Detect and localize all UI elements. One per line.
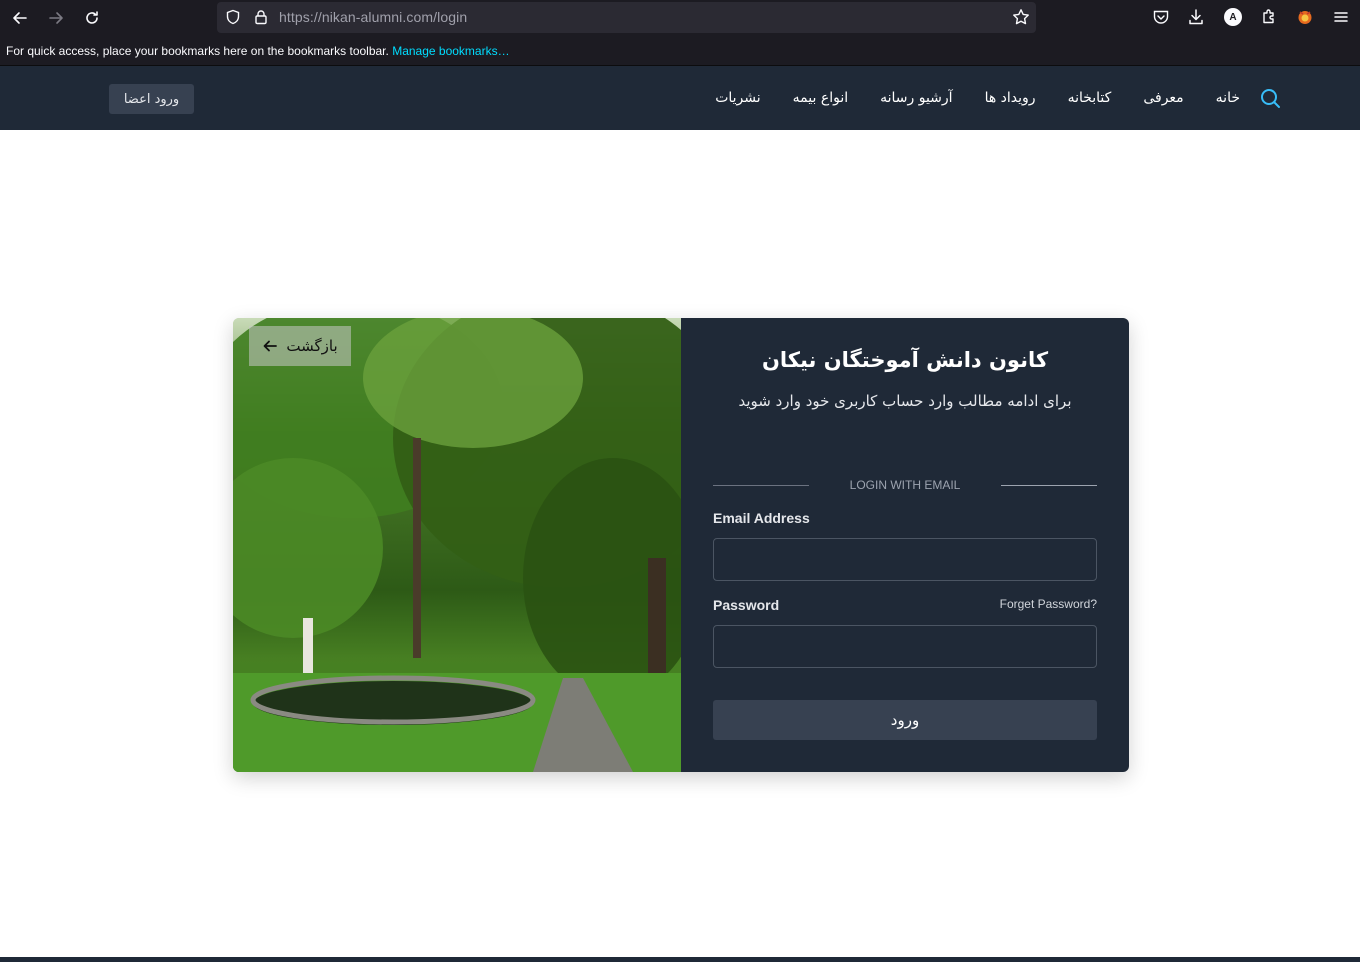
bookmarks-toolbar: For quick access, place your bookmarks h… [0, 36, 1360, 66]
park-photo: بازگشت [233, 318, 681, 772]
bookmarks-hint-text: For quick access, place your bookmarks h… [6, 44, 389, 58]
nav-item-library[interactable]: کتابخانه [1068, 90, 1112, 106]
nav-item-media-archive[interactable]: آرشیو رسانه [880, 90, 952, 106]
email-field[interactable] [713, 538, 1097, 581]
password-field[interactable] [713, 625, 1097, 668]
member-login-button[interactable]: ورود اعضا [109, 84, 194, 114]
page-title: کانون دانش آموختگان نیکان [761, 348, 1049, 372]
lock-icon[interactable] [253, 9, 269, 25]
nav-item-about[interactable]: معرفی [1143, 90, 1183, 106]
url-path: /login [433, 9, 468, 25]
login-submit-button[interactable]: ورود [713, 700, 1097, 740]
nav-item-insurance[interactable]: انواع بیمه [793, 90, 848, 106]
login-card: بازگشت کانون دانش آموختگان نیکان برای اد… [233, 318, 1129, 772]
downloads-icon[interactable] [1187, 8, 1205, 26]
nav-item-home[interactable]: خانه [1216, 90, 1240, 106]
search-icon[interactable] [1259, 87, 1281, 109]
page-subtitle: برای ادامه مطالب وارد حساب کاربری خود وا… [738, 392, 1072, 410]
forward-arrow-icon[interactable] [44, 6, 68, 30]
email-label: Email Address [713, 510, 810, 526]
bookmarks-hint: For quick access, place your bookmarks h… [6, 44, 510, 58]
account-avatar-icon[interactable]: A [1224, 8, 1242, 26]
park-scene-illustration [233, 318, 681, 772]
footer-edge [0, 957, 1360, 962]
browser-toolbar: https://nikan-alumni.com/login A [0, 0, 1360, 36]
divider-line-right [1001, 485, 1097, 486]
divider-line-left [713, 485, 809, 486]
pocket-icon[interactable] [1152, 8, 1170, 26]
login-panel: کانون دانش آموختگان نیکان برای ادامه مطا… [681, 318, 1129, 772]
back-arrow-icon[interactable] [8, 6, 32, 30]
back-button-label: بازگشت [286, 337, 338, 355]
password-label: Password [713, 597, 780, 613]
url-text[interactable]: https://nikan-alumni.com/login [279, 9, 467, 25]
address-bar[interactable]: https://nikan-alumni.com/login [217, 2, 1036, 33]
site-header: خانه معرفی کتابخانه رویداد ها آرشیو رسان… [0, 66, 1360, 130]
arrow-left-icon [263, 340, 278, 352]
back-button[interactable]: بازگشت [249, 326, 351, 366]
nav-item-events[interactable]: رویداد ها [985, 90, 1036, 106]
manage-bookmarks-link[interactable]: Manage bookmarks… [392, 44, 509, 58]
bookmark-star-icon[interactable] [1012, 8, 1030, 26]
extension-fox-icon[interactable] [1296, 8, 1314, 26]
shield-icon[interactable] [225, 9, 241, 25]
extensions-icon[interactable] [1260, 8, 1278, 26]
url-host: https://nikan-alumni.com [279, 9, 434, 25]
divider-label: LOGIN WITH EMAIL [849, 478, 961, 492]
forgot-password-link[interactable]: Forget Password? [1000, 597, 1097, 611]
nav-item-publications[interactable]: نشریات [715, 90, 760, 106]
reload-icon[interactable] [80, 6, 104, 30]
main-nav: خانه معرفی کتابخانه رویداد ها آرشیو رسان… [715, 66, 1240, 130]
menu-hamburger-icon[interactable] [1332, 8, 1350, 26]
